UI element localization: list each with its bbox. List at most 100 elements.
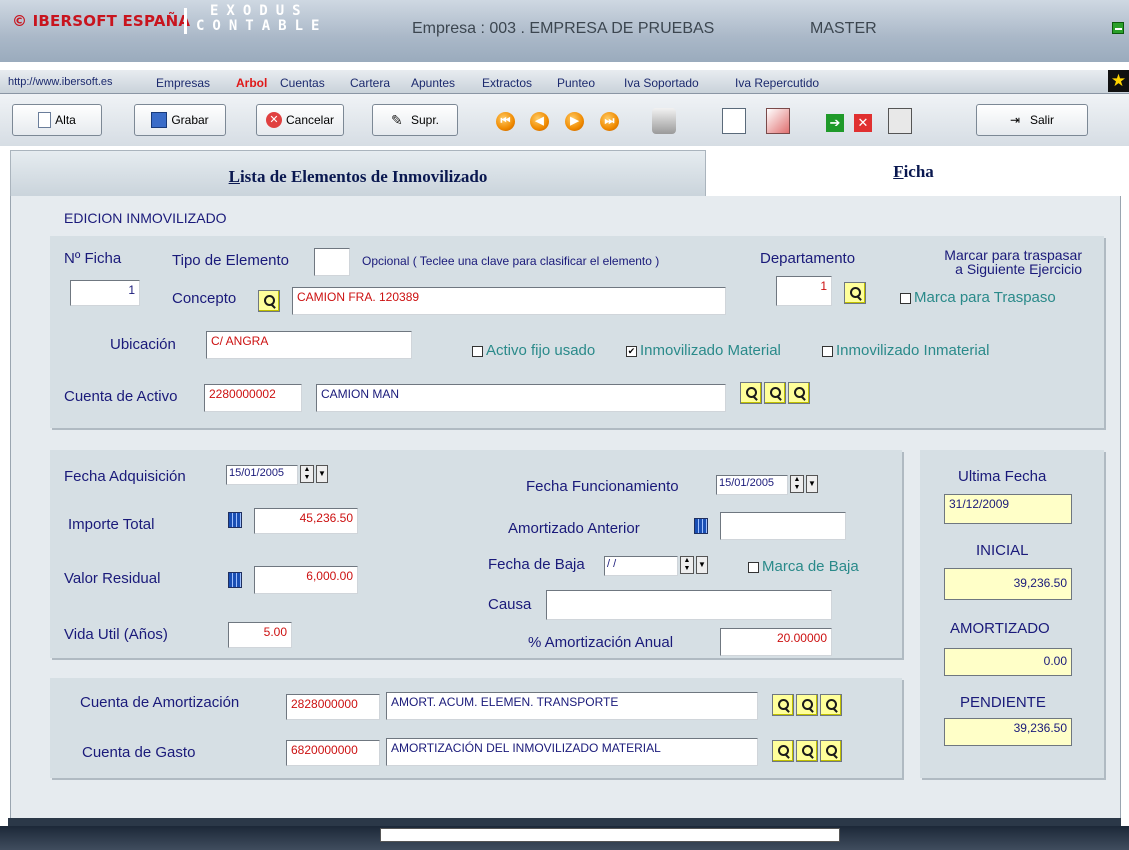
clipboard-icon[interactable] xyxy=(766,108,790,134)
tipo-input[interactable] xyxy=(314,248,350,276)
inicial-label: INICIAL xyxy=(976,542,1029,559)
fecha-func-spinner[interactable]: ▲ ▼ xyxy=(790,475,804,493)
concepto-input[interactable]: CAMION FRA. 120389 xyxy=(292,287,726,315)
status-field xyxy=(380,828,840,842)
residual-input[interactable]: 6,000.00 xyxy=(254,566,358,594)
eraser-icon: ✎ xyxy=(390,112,403,128)
ubicacion-label: Ubicación xyxy=(110,336,176,353)
close-red-icon[interactable]: ✕ xyxy=(854,114,872,132)
fecha-adq-dropdown-icon[interactable]: ▼ xyxy=(316,465,328,483)
tab-lista[interactable]: Lista de Elementos de Inmovilizado xyxy=(10,150,706,200)
website-link[interactable]: http://www.ibersoft.es xyxy=(8,76,113,88)
cta-amort-label: Cuenta de Amortización xyxy=(80,694,240,711)
exodus-logo: EXODUS CONTABLE xyxy=(196,4,327,34)
vida-input[interactable]: 5.00 xyxy=(228,622,292,648)
causa-label: Causa xyxy=(488,596,532,613)
cta-amort-code-input[interactable]: 2828000000 xyxy=(286,694,380,720)
minimize-icon[interactable] xyxy=(1112,22,1124,34)
fecha-adq-spinner[interactable]: ▲ ▼ xyxy=(300,465,314,483)
cta-amort-search-icon-3[interactable] xyxy=(820,694,842,716)
cta-gasto-label: Cuenta de Gasto xyxy=(82,744,196,761)
salir-button[interactable]: ⇥ Salir xyxy=(976,104,1088,136)
departamento-input[interactable]: 1 xyxy=(776,276,832,306)
previous-record-icon[interactable]: ◀ xyxy=(530,112,549,131)
cta-gasto-search-icon-1[interactable] xyxy=(772,740,794,762)
menu-cuentas[interactable]: Cuentas xyxy=(280,76,325,90)
cta-amort-search-icon-2[interactable] xyxy=(796,694,818,716)
suprimir-button[interactable]: ✎ Supr. xyxy=(372,104,458,136)
inmov-inmaterial-label: Inmovilizado Inmaterial xyxy=(836,342,990,359)
cuenta-activo-code-input[interactable]: 2280000002 xyxy=(204,384,302,412)
suprimir-label: Supr. xyxy=(410,113,440,127)
menu-arbol[interactable]: Arbol xyxy=(236,76,267,90)
concepto-label: Concepto xyxy=(172,290,237,307)
inmov-material-checkbox[interactable]: ✔ xyxy=(626,346,637,357)
amort-ant-input[interactable] xyxy=(720,512,846,540)
residual-calculator-icon[interactable] xyxy=(228,572,242,588)
concepto-search-icon[interactable] xyxy=(258,290,280,312)
favorites-star-icon[interactable]: ★ xyxy=(1108,70,1129,92)
importe-input[interactable]: 45,236.50 xyxy=(254,508,358,534)
cuenta-activo-name-input[interactable]: CAMION MAN xyxy=(316,384,726,412)
menu-apuntes[interactable]: Apuntes xyxy=(411,76,455,90)
first-record-icon[interactable]: ⏮ xyxy=(496,112,515,131)
fecha-baja-input[interactable]: / / xyxy=(604,556,678,576)
menu-iva-repercutido[interactable]: Iva Repercutido xyxy=(735,76,819,90)
residual-label: Valor Residual xyxy=(64,570,161,587)
fecha-func-input[interactable]: 15/01/2005 xyxy=(716,475,788,495)
departamento-label: Departamento xyxy=(760,250,856,267)
header-divider xyxy=(184,8,187,34)
pendiente-value: 39,236.50 xyxy=(944,718,1072,746)
fecha-baja-spinner[interactable]: ▲ ▼ xyxy=(680,556,694,574)
cta-amort-search-icon-1[interactable] xyxy=(772,694,794,716)
amort-ant-calculator-icon[interactable] xyxy=(694,518,708,534)
user-label: MASTER xyxy=(810,20,877,37)
fecha-adq-label: Fecha Adquisición xyxy=(64,468,186,485)
export-arrow-icon[interactable]: ➔ xyxy=(826,114,844,132)
cuenta-activo-search-icon-3[interactable] xyxy=(788,382,810,404)
marca-baja-checkbox[interactable] xyxy=(748,562,759,573)
notes-icon[interactable] xyxy=(888,108,912,134)
ultima-fecha-label: Ultima Fecha xyxy=(958,468,1047,485)
fecha-adq-input[interactable]: 15/01/2005 xyxy=(226,465,298,485)
pct-input[interactable]: 20.00000 xyxy=(720,628,832,656)
fecha-baja-dropdown-icon[interactable]: ▼ xyxy=(696,556,708,574)
cta-gasto-name-input[interactable]: AMORTIZACIÓN DEL INMOVILIZADO MATERIAL xyxy=(386,738,758,766)
tipo-hint: Opcional ( Teclee una clave para clasifi… xyxy=(362,254,660,268)
cta-gasto-code-input[interactable]: 6820000000 xyxy=(286,740,380,766)
menu-punteo[interactable]: Punteo xyxy=(557,76,595,90)
traspaso-title-2: a Siguiente Ejercicio xyxy=(955,261,1082,277)
report-icon[interactable] xyxy=(722,108,746,134)
tab-ficha[interactable]: Ficha xyxy=(706,150,1121,196)
alta-button[interactable]: Alta xyxy=(12,104,102,136)
menu-extractos[interactable]: Extractos xyxy=(482,76,532,90)
next-record-icon[interactable]: ▶ xyxy=(565,112,584,131)
amortizado-value: 0.00 xyxy=(944,648,1072,676)
last-record-icon[interactable]: ⏭ xyxy=(600,112,619,131)
menu-empresas[interactable]: Empresas xyxy=(156,76,210,90)
cancel-icon: ✕ xyxy=(265,112,282,128)
importe-calculator-icon[interactable] xyxy=(228,512,242,528)
cuenta-activo-search-icon-2[interactable] xyxy=(764,382,786,404)
causa-input[interactable] xyxy=(546,590,832,620)
nficha-label: Nº Ficha xyxy=(64,250,122,267)
traspaso-checkbox[interactable] xyxy=(900,293,911,304)
fecha-func-label: Fecha Funcionamiento xyxy=(526,478,679,495)
inmov-inmaterial-checkbox[interactable] xyxy=(822,346,833,357)
cta-amort-name-input[interactable]: AMORT. ACUM. ELEMEN. TRANSPORTE xyxy=(386,692,758,720)
cancelar-button[interactable]: ✕ Cancelar xyxy=(256,104,344,136)
cuenta-activo-search-icon-1[interactable] xyxy=(740,382,762,404)
cta-gasto-search-icon-3[interactable] xyxy=(820,740,842,762)
menu-iva-soportado[interactable]: Iva Soportado xyxy=(624,76,699,90)
activo-usado-checkbox[interactable] xyxy=(472,346,483,357)
nficha-input[interactable]: 1 xyxy=(70,280,140,306)
ubicacion-input[interactable]: C/ ANGRA xyxy=(206,331,412,359)
cuenta-activo-label: Cuenta de Activo xyxy=(64,388,178,405)
cta-gasto-search-icon-2[interactable] xyxy=(796,740,818,762)
grabar-button[interactable]: Grabar xyxy=(134,104,226,136)
printer-icon[interactable] xyxy=(652,108,676,134)
pendiente-label: PENDIENTE xyxy=(960,694,1046,711)
departamento-search-icon[interactable] xyxy=(844,282,866,304)
menu-cartera[interactable]: Cartera xyxy=(350,76,390,90)
fecha-func-dropdown-icon[interactable]: ▼ xyxy=(806,475,818,493)
